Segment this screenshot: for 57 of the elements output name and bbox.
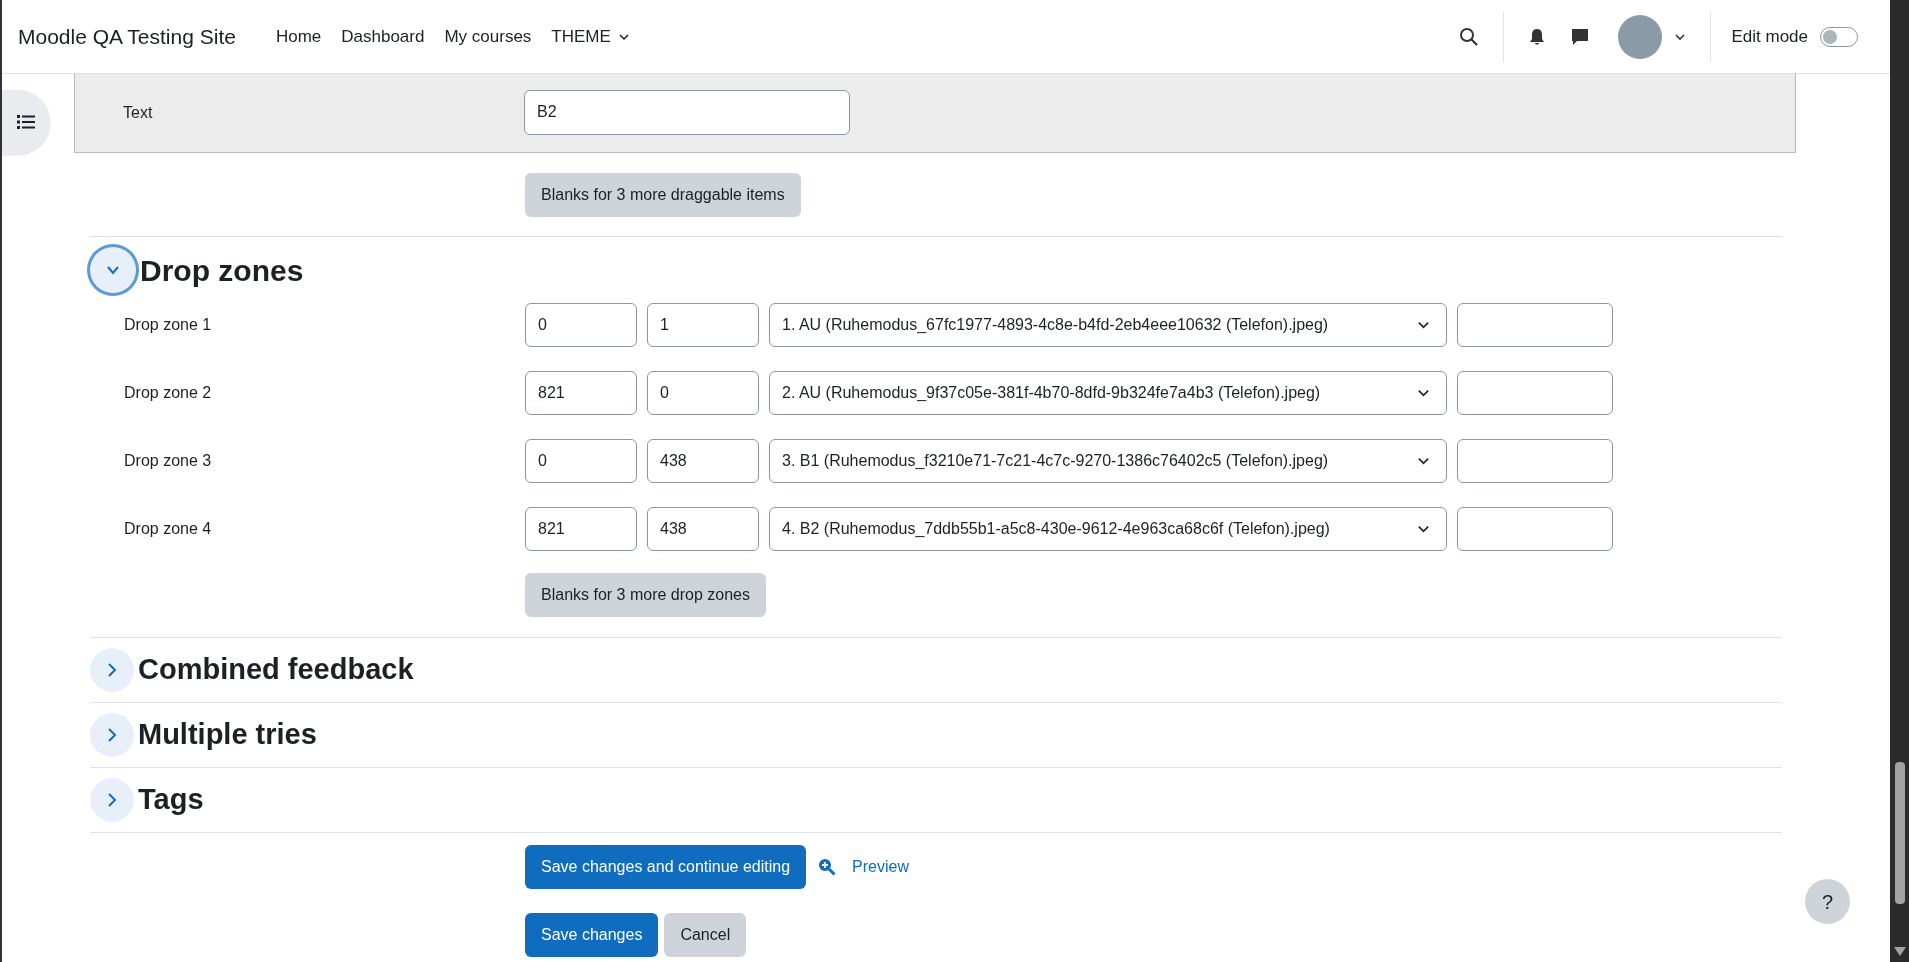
text-input-field[interactable] [1457,371,1613,415]
draggable-item-select[interactable]: 3. B1 (Ruhemodus_f3210e71-7c21-4c7c-9270-1386c76402c5 (Telefon).jpeg) [769,439,1447,483]
field-label: Drop zone 4 [123,519,213,539]
bell-icon[interactable] [1528,27,1547,46]
site-name[interactable]: Moodle QA Testing Site [18,20,236,53]
top-coordinate-field[interactable]: 438 [647,439,759,483]
list-icon [17,115,35,129]
nav-link[interactable]: My courses [444,23,532,50]
section-heading: Tags [138,782,204,818]
left-coordinate-field[interactable]: 821 [525,507,637,551]
preview-link[interactable]: Preview [852,855,909,879]
section-heading: Combined feedback [138,652,414,688]
collapse-toggle[interactable] [90,713,134,757]
chevron-right-icon [105,663,119,677]
chevron-right-icon [105,728,119,742]
chat-icon[interactable] [1570,26,1591,47]
draggable-item-select[interactable]: 4. B2 (Ruhemodus_7ddb55b1-a5c8-430e-9612-4e963ca68c6f (Telefon).jpeg) [769,507,1447,551]
field-label: Drop zone 2 [123,383,213,403]
add-blanks-button[interactable]: Blanks for 3 more draggable items [525,173,801,217]
collapse-toggle[interactable] [90,648,134,692]
text-input-field[interactable] [1457,507,1613,551]
text-input-field[interactable]: B2 [524,89,850,135]
top-coordinate-field[interactable]: 438 [647,507,759,551]
draggable-item-select[interactable]: 1. AU (Ruhemodus_67fc1977-4893-4c8e-b4fd-2eb4eee10632 (Telefon).jpeg) [769,303,1447,347]
draggable-item-select[interactable]: 2. AU (Ruhemodus_9f37c05e-381f-4b70-8dfd-9b324fe7a4b3 (Telefon).jpeg) [769,371,1447,415]
help-button[interactable]: ? [1805,879,1850,924]
scroll-down-arrow-icon[interactable] [1894,947,1906,956]
chevron-right-icon [105,793,119,807]
section-heading: Multiple tries [138,717,317,753]
text-input-field[interactable] [1457,303,1613,347]
section-heading: Drop zones [140,252,304,289]
field-label: Drop zone 3 [123,451,213,471]
nav-link[interactable]: Dashboard [341,23,425,50]
drawer-toggle-button[interactable] [2,90,50,154]
nav-link[interactable]: Home [275,23,322,50]
left-coordinate-field[interactable]: 0 [525,439,637,483]
collapse-toggle[interactable] [90,778,134,822]
edit-mode-label: Edit mode [1731,25,1808,48]
field-label: Text [123,103,154,123]
edit-mode-toggle[interactable] [1820,26,1858,47]
collapse-toggle[interactable] [90,247,136,293]
add-blanks-button[interactable]: Blanks for 3 more drop zones [525,573,766,617]
field-label: Drop zone 1 [123,315,213,335]
caret-icon [618,31,629,42]
save-button[interactable]: Save changes [525,913,659,957]
zoom-in-icon [818,858,837,876]
scrollbar[interactable] [1890,0,1909,962]
search-icon[interactable] [1459,26,1480,47]
left-coordinate-field[interactable]: 821 [525,371,637,415]
text-input-field[interactable] [1457,439,1613,483]
scrollbar-thumb[interactable] [1895,762,1905,904]
nav-dropdown[interactable]: THEME [551,23,629,50]
top-coordinate-field[interactable]: 0 [647,371,759,415]
save-and-continue-button[interactable]: Save changes and continue editing [525,845,807,889]
top-coordinate-field[interactable]: 1 [647,303,759,347]
cancel-button[interactable]: Cancel [664,913,747,957]
left-coordinate-field[interactable]: 0 [525,303,637,347]
